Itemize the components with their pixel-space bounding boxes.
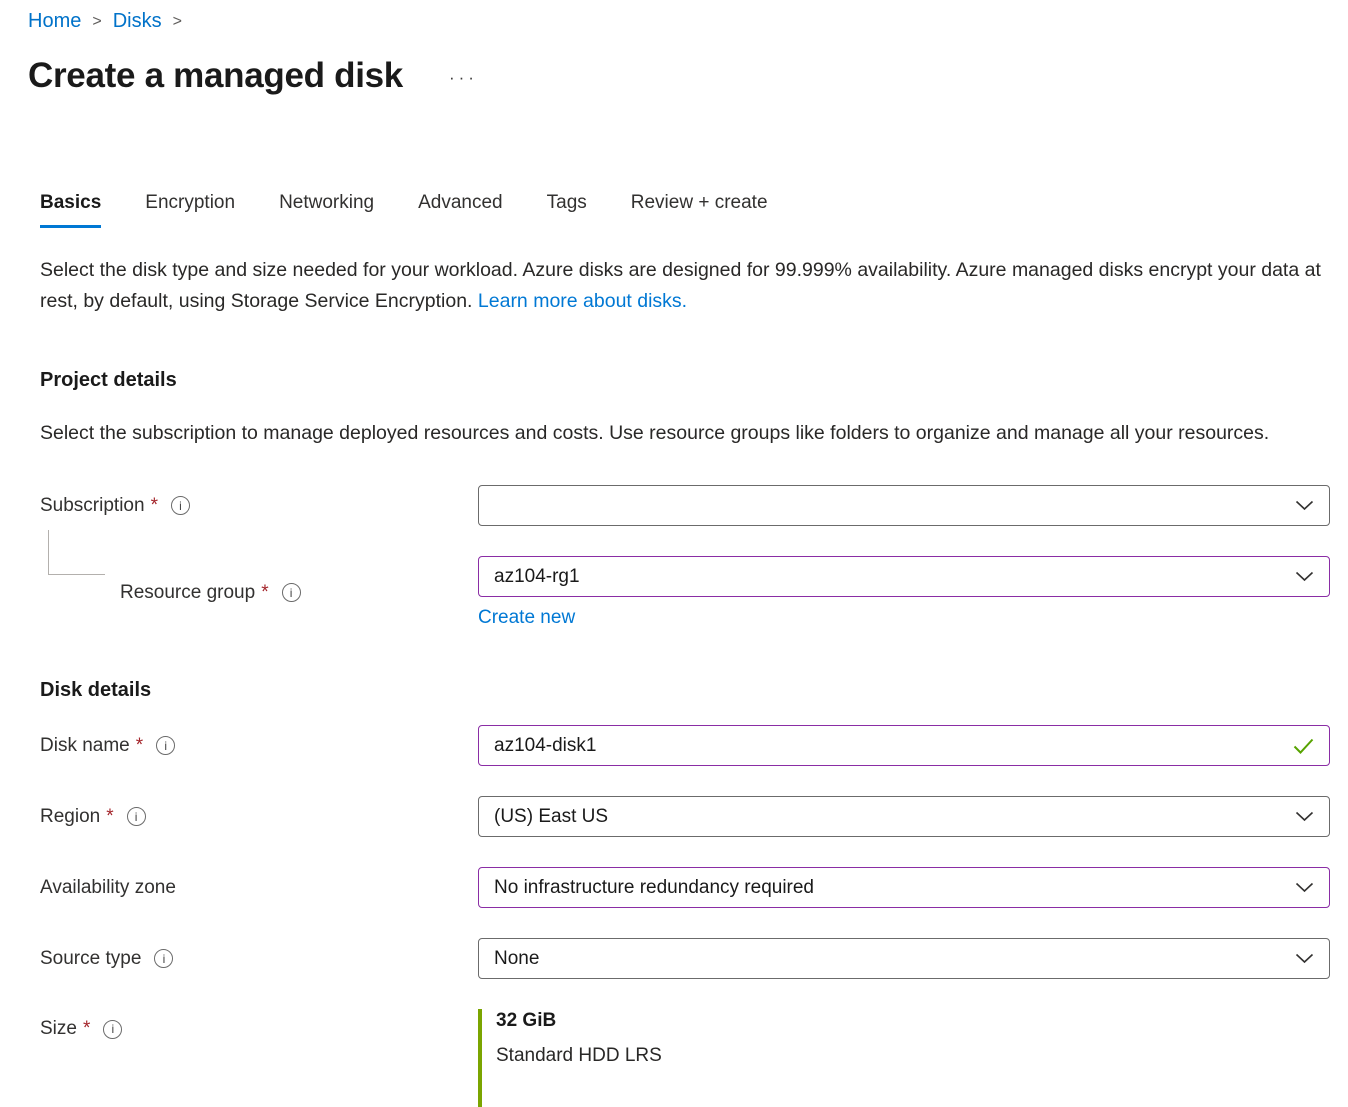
- tab-networking[interactable]: Networking: [279, 192, 374, 228]
- subscription-label-cell: Subscription * i: [40, 495, 478, 517]
- breadcrumb-home-link[interactable]: Home: [28, 10, 81, 33]
- intro-text: Select the disk type and size needed for…: [40, 255, 1330, 317]
- tab-review-create[interactable]: Review + create: [631, 192, 768, 228]
- disk-details-heading: Disk details: [40, 679, 1330, 702]
- required-asterisk: *: [261, 582, 268, 604]
- chevron-down-icon: [1295, 953, 1314, 964]
- learn-more-disks-link[interactable]: Learn more about disks.: [478, 290, 687, 312]
- info-icon[interactable]: i: [156, 736, 175, 755]
- availability-zone-label-cell: Availability zone: [40, 877, 478, 899]
- required-asterisk: *: [83, 1018, 90, 1040]
- size-sku: Standard HDD LRS: [496, 1045, 1330, 1067]
- source-type-field-cell: None: [478, 938, 1330, 979]
- availability-zone-label: Availability zone: [40, 877, 176, 899]
- tab-advanced[interactable]: Advanced: [418, 192, 503, 228]
- resource-group-connector-line: [48, 530, 105, 575]
- chevron-right-icon: >: [92, 12, 101, 31]
- tab-tags[interactable]: Tags: [547, 192, 587, 228]
- title-row: Create a managed disk ···: [28, 56, 1330, 96]
- chevron-down-icon: [1295, 882, 1314, 893]
- info-icon[interactable]: i: [103, 1020, 122, 1039]
- size-label-cell: Size * i: [40, 1009, 478, 1040]
- subscription-label: Subscription: [40, 495, 145, 517]
- disk-name-label: Disk name: [40, 735, 130, 757]
- breadcrumb: Home > Disks >: [28, 8, 1330, 34]
- page-title: Create a managed disk: [28, 56, 403, 96]
- chevron-down-icon: [1295, 500, 1314, 511]
- basics-tab-content: Basics Encryption Networking Advanced Ta…: [40, 192, 1330, 1107]
- tab-encryption[interactable]: Encryption: [145, 192, 235, 228]
- resource-group-label: Resource group: [120, 582, 255, 604]
- breadcrumb-disks-link[interactable]: Disks: [113, 10, 162, 33]
- source-type-row: Source type i None: [40, 938, 1330, 979]
- info-icon[interactable]: i: [171, 496, 190, 515]
- availability-zone-row: Availability zone No infrastructure redu…: [40, 867, 1330, 908]
- source-type-select[interactable]: None: [478, 938, 1330, 979]
- info-icon[interactable]: i: [154, 949, 173, 968]
- size-value: 32 GiB: [496, 1010, 1330, 1032]
- create-new-resource-group-link[interactable]: Create new: [478, 607, 575, 629]
- source-type-label-cell: Source type i: [40, 948, 478, 970]
- disk-name-field-cell: [478, 725, 1330, 766]
- region-label: Region: [40, 806, 100, 828]
- size-label: Size: [40, 1018, 77, 1040]
- create-managed-disk-page: Home > Disks > Create a managed disk ···…: [0, 0, 1348, 1107]
- subscription-select[interactable]: [478, 485, 1330, 526]
- more-commands-icon[interactable]: ···: [449, 64, 478, 88]
- project-details-description: Select the subscription to manage deploy…: [40, 418, 1330, 449]
- region-row: Region * i (US) East US: [40, 796, 1330, 837]
- resource-group-select[interactable]: az104-rg1: [478, 556, 1330, 597]
- subscription-field-cell: [478, 485, 1330, 526]
- availability-zone-field-cell: No infrastructure redundancy required: [478, 867, 1330, 908]
- disk-details-form: Disk name * i Region *: [40, 725, 1330, 1107]
- region-value: (US) East US: [494, 806, 608, 828]
- chevron-down-icon: [1295, 811, 1314, 822]
- chevron-right-icon: >: [173, 12, 182, 31]
- subscription-row: Subscription * i: [40, 485, 1330, 526]
- size-field-cell: 32 GiB Standard HDD LRS: [478, 1009, 1330, 1107]
- chevron-down-icon: [1295, 571, 1314, 582]
- region-field-cell: (US) East US: [478, 796, 1330, 837]
- size-row: Size * i 32 GiB Standard HDD LRS: [40, 1009, 1330, 1107]
- info-icon[interactable]: i: [282, 583, 301, 602]
- required-asterisk: *: [106, 806, 113, 828]
- availability-zone-select[interactable]: No infrastructure redundancy required: [478, 867, 1330, 908]
- valid-checkmark-icon: [1293, 738, 1314, 754]
- project-details-form: Subscription * i Resource group: [40, 485, 1330, 629]
- size-display: 32 GiB Standard HDD LRS: [478, 1009, 1330, 1107]
- resource-group-field-cell: az104-rg1 Create new: [478, 556, 1330, 629]
- region-select[interactable]: (US) East US: [478, 796, 1330, 837]
- resource-group-label-cell: Resource group * i: [40, 582, 478, 604]
- tab-bar: Basics Encryption Networking Advanced Ta…: [40, 192, 1330, 228]
- disk-name-row: Disk name * i: [40, 725, 1330, 766]
- required-asterisk: *: [136, 735, 143, 757]
- disk-name-input[interactable]: [494, 735, 1283, 757]
- tab-basics[interactable]: Basics: [40, 192, 101, 228]
- resource-group-row: Resource group * i az104-rg1 Create new: [40, 556, 1330, 629]
- source-type-value: None: [494, 948, 539, 970]
- disk-name-label-cell: Disk name * i: [40, 735, 478, 757]
- resource-group-value: az104-rg1: [494, 566, 580, 588]
- availability-zone-value: No infrastructure redundancy required: [494, 877, 814, 899]
- source-type-label: Source type: [40, 948, 141, 970]
- region-label-cell: Region * i: [40, 806, 478, 828]
- project-details-heading: Project details: [40, 369, 1330, 392]
- required-asterisk: *: [151, 495, 158, 517]
- disk-name-input-wrapper: [478, 725, 1330, 766]
- info-icon[interactable]: i: [127, 807, 146, 826]
